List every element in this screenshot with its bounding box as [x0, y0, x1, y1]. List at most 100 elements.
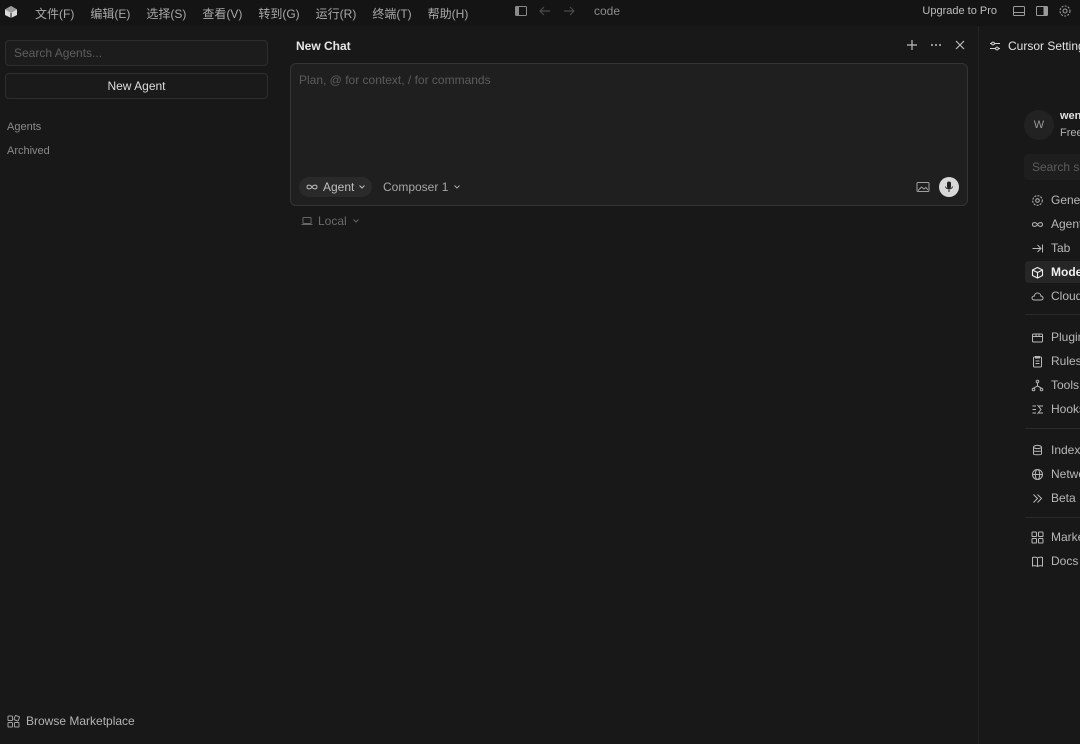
back-arrow-icon[interactable]	[538, 4, 552, 18]
globe-icon	[1032, 468, 1043, 480]
settings-tab[interactable]: Cursor Settings	[989, 39, 1080, 53]
menu-view[interactable]: 查看(V)	[202, 5, 242, 22]
book-icon	[1032, 556, 1043, 567]
database-icon	[1033, 444, 1042, 455]
settings-nav-label: Agents	[1051, 217, 1080, 231]
settings-nav-network[interactable]: Network	[1025, 463, 1080, 485]
nav-divider	[1025, 517, 1080, 518]
menu-file[interactable]: 文件(F)	[35, 5, 74, 22]
infinity-icon	[1031, 221, 1044, 227]
microphone-icon	[945, 181, 953, 192]
chat-panel: New Chat Plan, @ for context, / for comm…	[281, 26, 975, 744]
cursor-logo-icon	[5, 6, 17, 18]
tab-arrow-icon	[1032, 244, 1043, 252]
avatar: W	[1024, 110, 1054, 140]
title-bar-center: code	[514, 4, 620, 18]
settings-nav-label: Plugins	[1051, 330, 1080, 344]
hooks-icon	[1032, 404, 1043, 414]
cloud-icon	[1031, 291, 1044, 300]
cube-icon	[1031, 266, 1044, 279]
agents-sidebar: Search Agents... New Agent Agents Archiv…	[0, 26, 274, 744]
nav-divider	[1025, 314, 1080, 315]
grid-icon	[1031, 531, 1044, 543]
composer-input[interactable]: Plan, @ for context, / for commands	[299, 73, 491, 87]
chevron-down-icon	[352, 219, 359, 223]
agent-mode-selector[interactable]: Agent	[299, 177, 373, 197]
model-label: Composer 1	[383, 180, 449, 194]
settings-nav-label: Hooks	[1051, 402, 1080, 416]
toggle-secondary-sidebar-icon[interactable]	[1035, 4, 1049, 18]
marketplace-grid-icon	[7, 714, 20, 727]
archived-section-label[interactable]: Archived	[7, 145, 50, 157]
settings-nav-label: Tools	[1051, 378, 1080, 392]
chat-composer[interactable]: Plan, @ for context, / for commands Agen…	[290, 63, 968, 206]
title-bar-right: Upgrade to Pro	[922, 4, 1072, 18]
settings-nav-models[interactable]: Models	[1025, 261, 1080, 283]
gear-icon	[1032, 194, 1043, 206]
sliders-icon	[990, 41, 1000, 51]
menu-selection[interactable]: 选择(S)	[146, 5, 186, 22]
branch-icon	[1031, 379, 1044, 391]
toggle-panel-icon[interactable]	[1012, 4, 1026, 18]
chat-title: New Chat	[296, 39, 351, 53]
infinity-icon	[306, 184, 318, 190]
settings-nav-tools[interactable]: Tools	[1025, 374, 1080, 396]
plus-icon[interactable]	[905, 38, 919, 52]
settings-nav-tab[interactable]: Tab	[1025, 237, 1080, 259]
laptop-icon	[301, 217, 313, 225]
settings-nav-docs[interactable]: Docs	[1025, 550, 1080, 572]
new-agent-button[interactable]: New Agent	[5, 73, 268, 99]
agents-section-label[interactable]: Agents	[7, 121, 41, 133]
settings-nav-general[interactable]: General	[1025, 189, 1080, 211]
chat-actions	[905, 38, 967, 52]
settings-gear-icon[interactable]	[1058, 4, 1072, 18]
settings-nav-label: Cloud	[1051, 289, 1080, 303]
menu-run[interactable]: 运行(R)	[316, 5, 357, 22]
settings-nav-beta[interactable]: Beta	[1025, 487, 1080, 509]
double-chevron-icon	[1033, 493, 1043, 503]
chevron-down-icon	[359, 185, 366, 189]
menu-go[interactable]: 转到(G)	[258, 5, 299, 22]
search-agents-input[interactable]: Search Agents...	[5, 40, 268, 66]
title-bar: 文件(F) 编辑(E) 选择(S) 查看(V) 转到(G) 运行(R) 终端(T…	[0, 0, 1080, 26]
voice-input-button[interactable]	[939, 177, 959, 197]
chevron-down-icon	[454, 185, 461, 189]
settings-nav-label: General	[1051, 193, 1080, 207]
menu-terminal[interactable]: 终端(T)	[372, 5, 411, 22]
box-icon	[1032, 333, 1043, 342]
settings-nav-rules[interactable]: Rules,	[1025, 350, 1080, 372]
location-selector[interactable]: Local	[301, 214, 360, 228]
settings-nav-label: Marketplace	[1051, 530, 1080, 544]
user-name: wen	[1060, 110, 1080, 122]
settings-nav-marketplace[interactable]: Marketplace	[1025, 526, 1080, 548]
menu-edit[interactable]: 编辑(E)	[90, 5, 130, 22]
settings-title: Cursor Settings	[1008, 39, 1080, 53]
settings-nav-label: Docs	[1051, 554, 1079, 568]
settings-nav-index[interactable]: Index	[1025, 439, 1080, 461]
nav-divider	[1025, 428, 1080, 429]
settings-nav-label: Models	[1051, 265, 1080, 279]
upgrade-to-pro-button[interactable]: Upgrade to Pro	[922, 5, 997, 17]
location-label: Local	[318, 214, 347, 228]
window-title: code	[594, 4, 621, 18]
more-icon[interactable]	[929, 38, 943, 52]
settings-nav-label: Network	[1051, 467, 1080, 481]
settings-nav-hooks[interactable]: Hooks	[1025, 398, 1080, 420]
settings-nav-label: Index	[1051, 443, 1080, 457]
agent-mode-label: Agent	[323, 180, 355, 194]
forward-arrow-icon[interactable]	[562, 4, 576, 18]
browse-marketplace-label: Browse Marketplace	[26, 714, 135, 728]
clipboard-icon	[1033, 355, 1042, 367]
settings-nav-plugins[interactable]: Plugins	[1025, 326, 1080, 348]
settings-nav-agents[interactable]: Agents	[1025, 213, 1080, 235]
browse-marketplace-button[interactable]: Browse Marketplace	[7, 714, 135, 728]
settings-nav-cloud[interactable]: Cloud	[1025, 285, 1080, 307]
settings-search-input[interactable]: Search se	[1024, 154, 1080, 180]
settings-panel: Cursor Settings W wen Free Search se Gen…	[978, 26, 1080, 744]
model-selector[interactable]: Composer 1	[383, 177, 461, 197]
image-attach-icon[interactable]	[916, 181, 930, 193]
toggle-sidebar-icon[interactable]	[514, 4, 528, 18]
close-icon[interactable]	[953, 38, 967, 52]
menu-help[interactable]: 帮助(H)	[428, 5, 469, 22]
settings-nav-label: Tab	[1051, 241, 1071, 255]
